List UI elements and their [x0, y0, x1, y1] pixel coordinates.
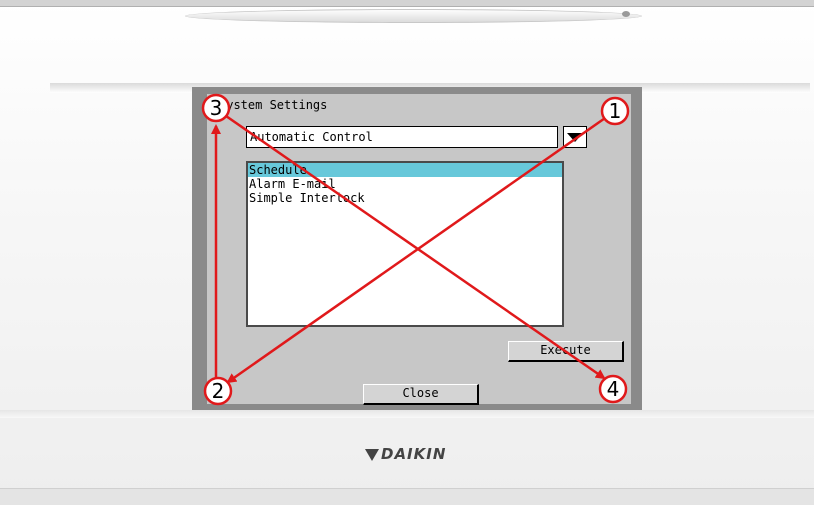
screen-title: System Settings: [219, 98, 328, 112]
controller-device: System Settings Automatic Control Schedu…: [0, 0, 814, 505]
daikin-logo-mark-icon: [365, 448, 379, 461]
category-dropdown-value: Automatic Control: [250, 130, 373, 144]
device-top-slot: [185, 9, 642, 23]
execute-button[interactable]: Execute: [508, 341, 624, 362]
daikin-logo: DAIKIN: [365, 444, 446, 464]
device-bottom-edge: [0, 488, 814, 505]
list-item-alarm-email[interactable]: Alarm E-mail: [248, 177, 562, 191]
device-indicator-dot: [622, 11, 630, 17]
chevron-down-icon: [567, 133, 583, 142]
device-lower-band: [0, 410, 814, 418]
list-item-schedule[interactable]: Schedule: [248, 163, 562, 177]
settings-listbox[interactable]: Schedule Alarm E-mail Simple Interlock: [246, 161, 564, 327]
daikin-logo-text: DAIKIN: [381, 445, 447, 463]
category-dropdown[interactable]: Automatic Control: [246, 126, 558, 148]
device-top-edge: [0, 0, 814, 7]
close-button[interactable]: Close: [363, 384, 479, 405]
list-item-simple-interlock[interactable]: Simple Interlock: [248, 191, 562, 205]
dropdown-toggle-button[interactable]: [563, 126, 587, 148]
touch-screen: System Settings Automatic Control Schedu…: [207, 94, 631, 405]
